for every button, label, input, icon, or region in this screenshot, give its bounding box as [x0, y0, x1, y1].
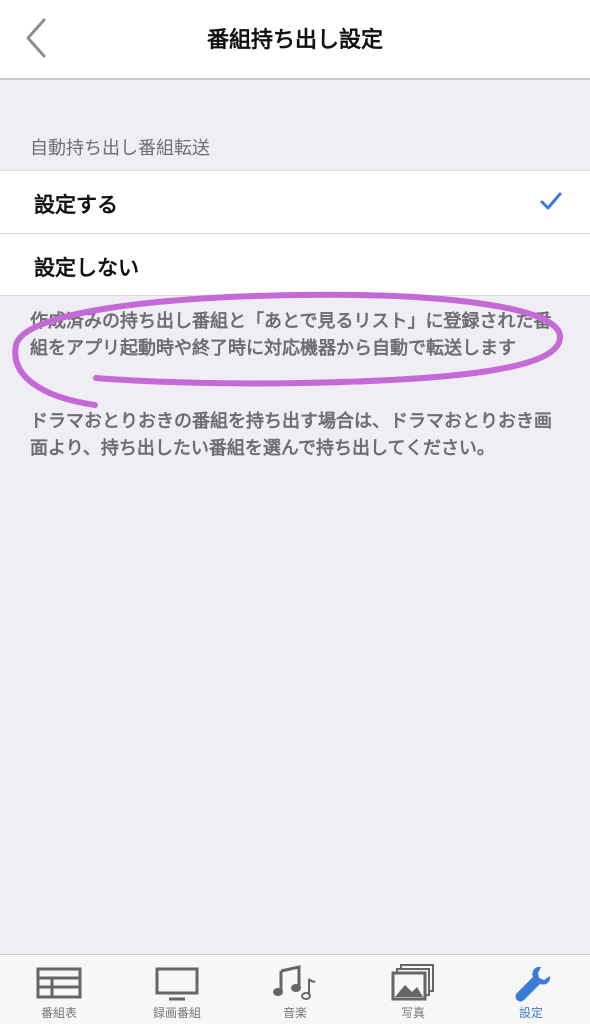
option-label: 設定する	[34, 193, 118, 217]
section-header: 自動持ち出し番組転送	[30, 138, 210, 159]
tab-music[interactable]: 音楽	[236, 955, 354, 1024]
option-list: 設定する 設定しない	[0, 170, 590, 296]
tab-label: 録画番組	[152, 1006, 201, 1020]
wrench-icon	[515, 966, 551, 1002]
tab-label: 番組表	[40, 1006, 77, 1020]
tab-settings[interactable]: 設定	[472, 955, 590, 1024]
app-screen: 番組持ち出し設定 自動持ち出し番組転送 設定する 設定しない 作成済みの持ち出し…	[0, 0, 590, 1024]
grid-table-icon	[36, 967, 82, 999]
option-label: 設定しない	[34, 256, 139, 280]
tab-label: 写真	[400, 1006, 425, 1020]
tv-icon	[155, 967, 199, 1001]
music-note-icon	[273, 965, 316, 1000]
option-enable[interactable]: 設定する	[0, 171, 590, 233]
tab-program-guide[interactable]: 番組表	[0, 955, 118, 1024]
drama-reserve-description: ドラマおとりおきの番組を持ち出す場合は、ドラマおとりおき画面より、持ち出したい番…	[30, 411, 552, 459]
photos-icon	[391, 964, 434, 1001]
page-title: 番組持ち出し設定	[206, 28, 383, 53]
auto-transfer-description: 作成済みの持ち出し番組と「あとで見るリスト」に登録された番組をアプリ起動時や終了…	[30, 311, 552, 359]
navigation-bar: 番組持ち出し設定	[0, 0, 590, 80]
tab-label: 設定	[518, 1006, 543, 1020]
option-disable[interactable]: 設定しない	[0, 233, 590, 295]
tab-recorded[interactable]: 録画番組	[118, 955, 236, 1024]
tab-label: 音楽	[282, 1006, 307, 1020]
tab-bar: 番組表 録画番組 音楽 写真 設定	[0, 954, 590, 1024]
tab-photos[interactable]: 写真	[354, 955, 472, 1024]
checkmark-icon	[540, 192, 562, 210]
